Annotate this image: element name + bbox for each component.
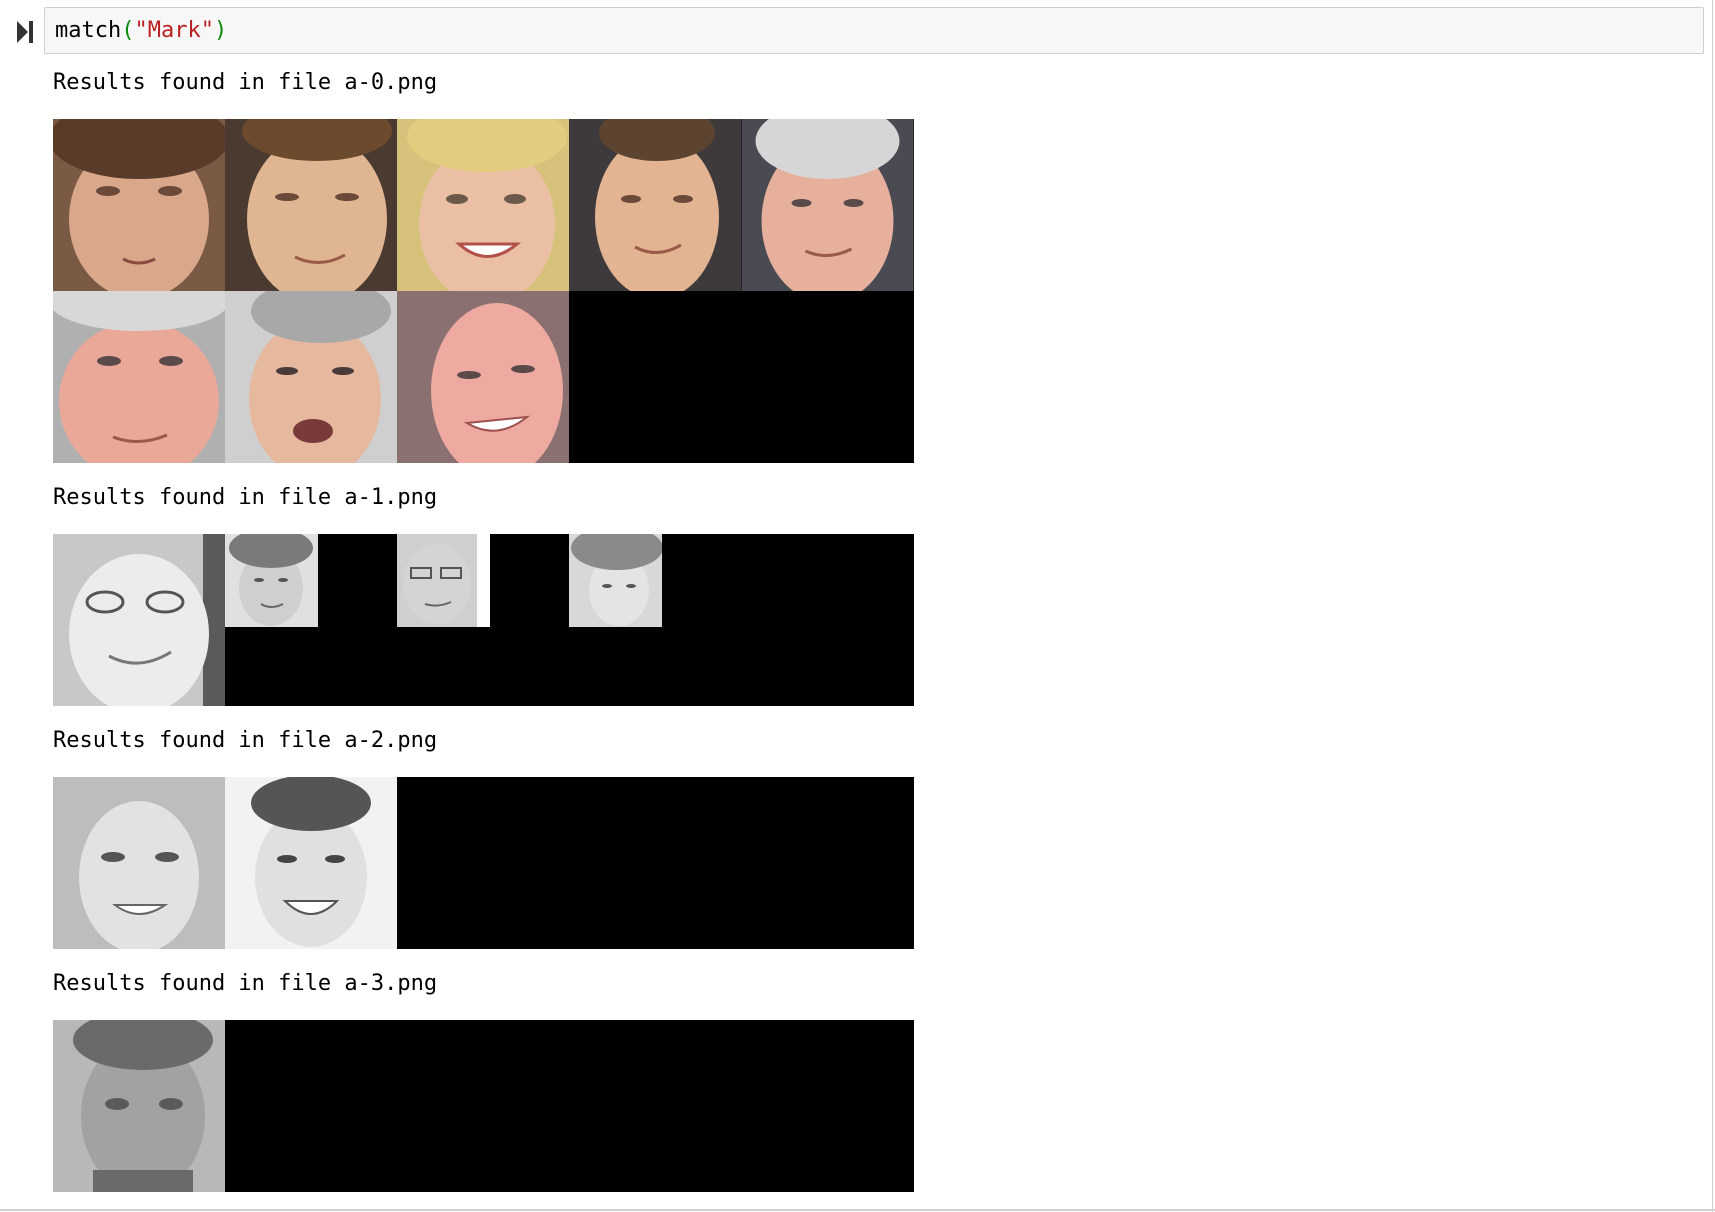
face-thumbnail — [225, 291, 397, 463]
cell-bottom-border — [0, 1209, 1715, 1211]
result-grid-a1 — [53, 534, 914, 706]
face-thumbnail — [53, 291, 225, 463]
code-close-paren: ) — [213, 18, 228, 43]
face-thumbnail — [741, 119, 914, 291]
face-thumbnail — [569, 119, 741, 291]
code-string-arg: "Mark" — [134, 18, 214, 43]
code-line[interactable]: match("Mark") — [55, 18, 227, 44]
code-open-paren: ( — [121, 18, 135, 43]
result-grid-a3 — [53, 1020, 914, 1192]
result-label-a3: Results found in file a-3.png — [53, 971, 438, 996]
code-input[interactable]: match("Mark") — [44, 7, 1704, 54]
result-label-a1: Results found in file a-1.png — [53, 485, 438, 510]
result-grid-a2 — [53, 777, 914, 949]
result-grid-a0 — [53, 119, 914, 463]
face-thumbnail — [53, 119, 225, 291]
face-thumbnail — [53, 534, 225, 706]
face-thumbnail — [225, 777, 397, 949]
cell-right-border — [1712, 0, 1713, 1212]
face-thumbnail — [569, 534, 662, 627]
result-label-a0: Results found in file a-0.png — [53, 70, 438, 95]
face-thumbnail — [397, 291, 569, 463]
face-thumbnail — [397, 534, 490, 627]
code-function-name: match — [55, 18, 122, 43]
face-thumbnail — [53, 1020, 225, 1192]
face-thumbnail — [397, 119, 569, 291]
run-cell-icon[interactable] — [16, 20, 34, 44]
result-label-a2: Results found in file a-2.png — [53, 728, 438, 753]
face-thumbnail — [225, 119, 397, 291]
face-thumbnail — [225, 534, 318, 627]
face-thumbnail — [53, 777, 225, 949]
